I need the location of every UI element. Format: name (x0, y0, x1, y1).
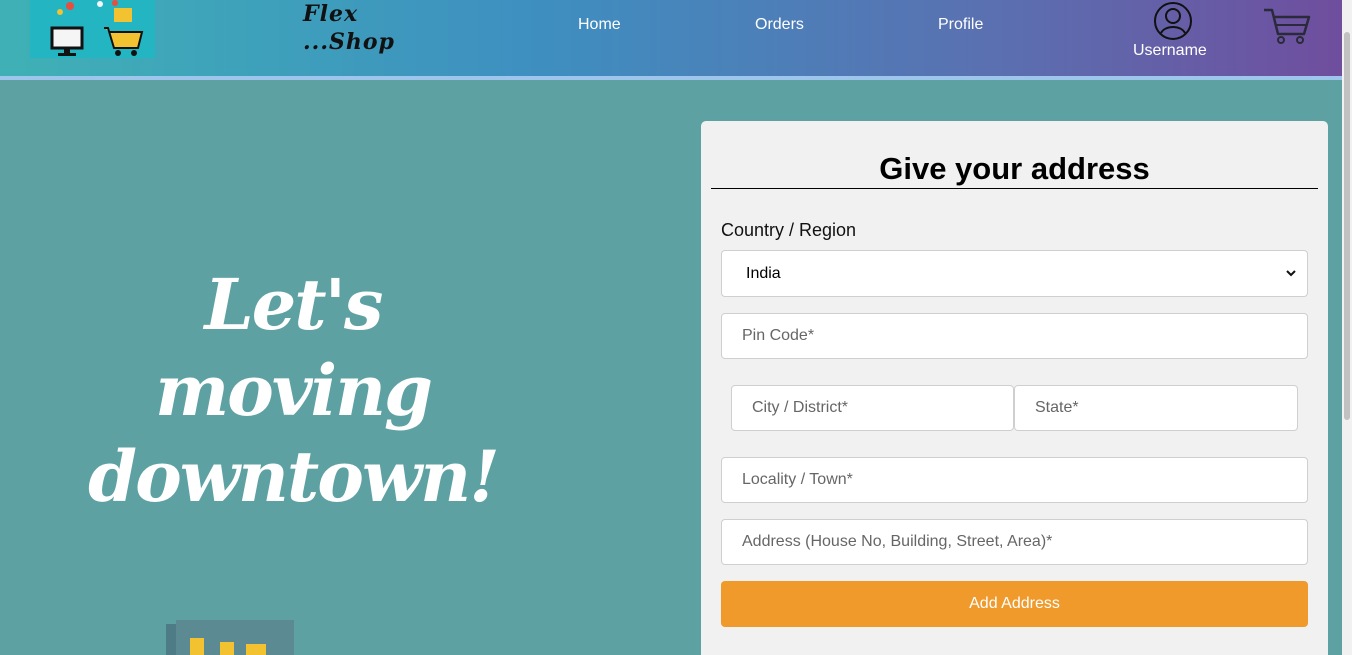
title-divider (711, 188, 1318, 189)
brand-name[interactable]: Flex ...Shop (303, 0, 413, 56)
country-selected-value: India (746, 265, 781, 282)
username-label: Username (1133, 42, 1207, 59)
brand-line-1: Flex (303, 1, 359, 27)
hero-line-1: Let's moving (155, 263, 433, 432)
brand-line-2: ...Shop (303, 29, 395, 55)
locality-town-input[interactable] (721, 457, 1308, 503)
city-district-input[interactable] (731, 385, 1014, 431)
hero-heading: Let's moving downtown! (58, 262, 528, 520)
nav-profile-link[interactable]: Profile (938, 16, 983, 34)
address-input[interactable] (721, 519, 1308, 565)
country-select[interactable]: India (721, 250, 1308, 297)
hero-illustration (166, 620, 294, 655)
cart-button[interactable] (1262, 6, 1312, 46)
site-logo[interactable] (30, 0, 155, 58)
chevron-down-icon (1286, 270, 1296, 277)
pin-code-input[interactable] (721, 313, 1308, 359)
add-address-button[interactable]: Add Address (721, 581, 1308, 627)
nav-home-link[interactable]: Home (578, 16, 621, 34)
user-circle-icon (1154, 2, 1192, 40)
hero-line-2: downtown! (88, 435, 500, 518)
top-navbar: Flex ...Shop Home Orders Profile Usernam… (0, 0, 1342, 80)
cart-icon (1264, 8, 1311, 44)
nav-orders-link[interactable]: Orders (755, 16, 804, 34)
address-form-card: Give your address Country / Region India… (701, 121, 1328, 655)
state-input[interactable] (1014, 385, 1298, 431)
page-scrollbar[interactable] (1342, 0, 1352, 655)
logo-image (50, 0, 144, 56)
user-menu[interactable]: Username (1128, 0, 1214, 62)
form-title: Give your address (879, 151, 1150, 186)
scrollbar-thumb[interactable] (1344, 32, 1350, 420)
country-label: Country / Region (721, 220, 857, 240)
